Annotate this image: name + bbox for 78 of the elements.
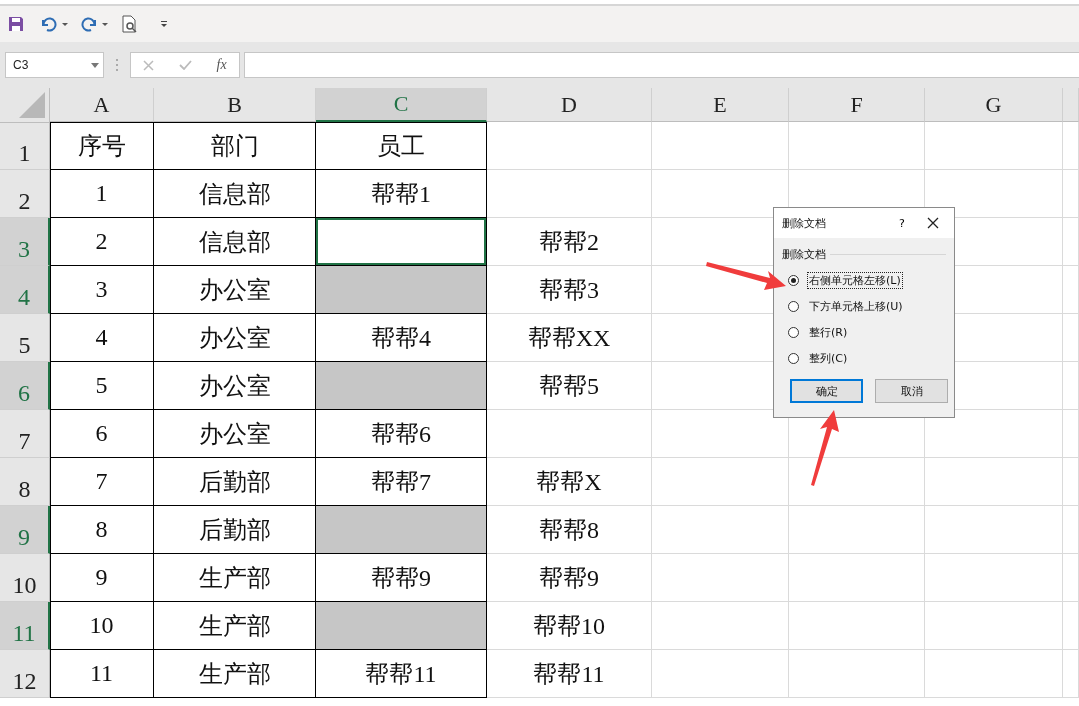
selected-cell[interactable] <box>316 506 487 554</box>
column-header[interactable]: A <box>50 88 154 122</box>
column-header[interactable]: E <box>652 88 789 122</box>
table-cell[interactable]: 10 <box>50 602 154 650</box>
row-header[interactable]: 2 <box>0 170 50 218</box>
table-cell[interactable]: 4 <box>50 314 154 362</box>
table-cell[interactable]: 8 <box>50 506 154 554</box>
insert-function-button[interactable]: fx <box>216 57 227 73</box>
table-cell[interactable]: 生产部 <box>154 554 316 602</box>
column-header[interactable]: G <box>925 88 1063 122</box>
customize-icon[interactable] <box>160 20 168 28</box>
select-all-button[interactable] <box>0 88 50 123</box>
row-header[interactable]: 6 <box>0 362 50 410</box>
selected-cell[interactable] <box>316 266 487 314</box>
dialog-title: 删除文档 <box>782 215 827 231</box>
row-header[interactable]: 12 <box>0 650 50 698</box>
table-cell[interactable]: 员工 <box>316 122 487 170</box>
column-header[interactable]: F <box>789 88 925 122</box>
row-header[interactable]: 10 <box>0 554 50 602</box>
row-header[interactable]: 1 <box>0 122 50 170</box>
row-header[interactable]: 8 <box>0 458 50 506</box>
table-cell[interactable]: 帮帮8 <box>487 506 652 554</box>
table-cell[interactable]: 11 <box>50 650 154 698</box>
table-cell[interactable]: 帮帮10 <box>487 602 652 650</box>
row-header[interactable]: 11 <box>0 602 50 650</box>
table-cell[interactable]: 帮帮X <box>487 458 652 506</box>
table-cell[interactable]: 帮帮9 <box>487 554 652 602</box>
column-header[interactable]: B <box>154 88 316 122</box>
save-icon[interactable] <box>8 16 24 32</box>
selected-cell[interactable] <box>316 362 487 410</box>
table-cell[interactable]: 序号 <box>50 122 154 170</box>
table-cell[interactable]: 后勤部 <box>154 458 316 506</box>
table-cell[interactable]: 帮帮XX <box>487 314 652 362</box>
column-header[interactable]: D <box>487 88 652 122</box>
name-box[interactable]: C3 <box>5 52 104 78</box>
table-cell[interactable]: 办公室 <box>154 314 316 362</box>
table-cell[interactable]: 帮帮5 <box>487 362 652 410</box>
row-header[interactable]: 5 <box>0 314 50 362</box>
formula-input[interactable] <box>244 52 1079 78</box>
ok-button[interactable]: 确定 <box>790 379 863 403</box>
table-cell[interactable]: 帮帮6 <box>316 410 487 458</box>
table-cell[interactable]: 帮帮11 <box>487 650 652 698</box>
row-header[interactable]: 4 <box>0 266 50 314</box>
table-cell[interactable]: 帮帮11 <box>316 650 487 698</box>
table-cell[interactable]: 3 <box>50 266 154 314</box>
redo-icon[interactable] <box>80 16 110 32</box>
selected-cell[interactable] <box>316 218 487 266</box>
table-cell[interactable]: 5 <box>50 362 154 410</box>
cancel-button[interactable]: 取消 <box>875 379 948 403</box>
table-cell[interactable]: 帮帮2 <box>487 218 652 266</box>
row-header[interactable]: 7 <box>0 410 50 458</box>
table-cell[interactable]: 办公室 <box>154 410 316 458</box>
selected-cell[interactable] <box>316 602 487 650</box>
undo-icon[interactable] <box>40 16 70 32</box>
table-cell[interactable]: 9 <box>50 554 154 602</box>
print-preview-icon[interactable] <box>122 15 138 33</box>
row-header[interactable]: 3 <box>0 218 50 266</box>
dropdown-icon[interactable] <box>91 62 99 68</box>
row-header[interactable]: 9 <box>0 506 50 554</box>
check-icon[interactable] <box>178 60 192 70</box>
cancel-icon[interactable] <box>143 59 155 71</box>
table-cell[interactable]: 部门 <box>154 122 316 170</box>
help-button[interactable]: ? <box>892 216 912 230</box>
triangle-icon[interactable] <box>19 92 45 118</box>
table-cell[interactable]: 6 <box>50 410 154 458</box>
close-button[interactable] <box>926 216 940 230</box>
radio-option[interactable]: 整行(R) <box>788 324 954 341</box>
table-cell[interactable]: 信息部 <box>154 170 316 218</box>
table-cell[interactable]: 生产部 <box>154 650 316 698</box>
drag-handle-icon[interactable] <box>116 59 118 71</box>
group-label: 删除文档 <box>782 247 826 262</box>
table-cell[interactable]: 帮帮3 <box>487 266 652 314</box>
radio-option[interactable]: 整列(C) <box>788 350 954 367</box>
table-cell[interactable]: 1 <box>50 170 154 218</box>
table-cell[interactable]: 7 <box>50 458 154 506</box>
column-header[interactable]: C <box>316 88 487 122</box>
radio-option[interactable]: 下方单元格上移(U) <box>788 298 954 315</box>
table-cell[interactable]: 2 <box>50 218 154 266</box>
